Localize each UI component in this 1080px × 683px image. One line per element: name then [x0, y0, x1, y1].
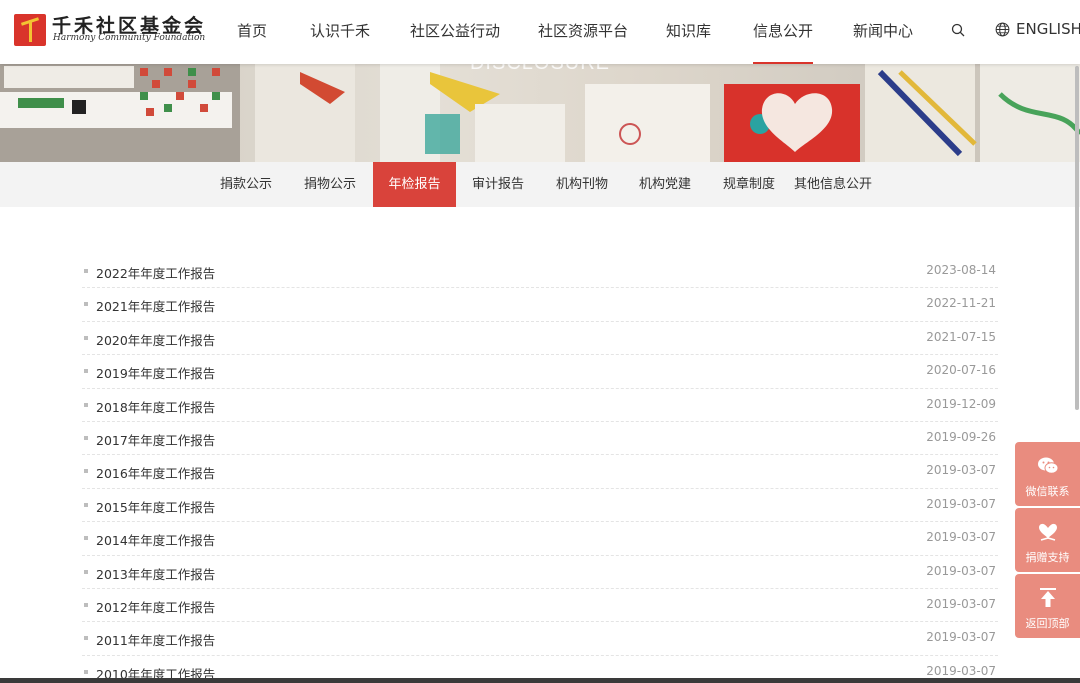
- report-row[interactable]: 2020年年度工作报告 2021-07-15: [82, 322, 998, 356]
- report-date: 2019-03-07: [926, 530, 996, 545]
- tab-regulations[interactable]: 规章制度: [716, 162, 782, 207]
- report-title[interactable]: 2011年年度工作报告: [96, 630, 215, 649]
- report-title[interactable]: 2012年年度工作报告: [96, 597, 215, 616]
- wechat-icon: [1038, 457, 1059, 474]
- report-row[interactable]: 2018年年度工作报告 2019-12-09: [82, 389, 998, 422]
- wechat-contact-button[interactable]: 微信联系: [1015, 442, 1080, 506]
- globe-icon: [995, 22, 1010, 37]
- tab-annual-inspection[interactable]: 年检报告: [373, 162, 456, 207]
- report-date: 2019-12-09: [926, 396, 996, 411]
- report-date: 2019-03-07: [926, 563, 996, 578]
- report-row[interactable]: 2011年年度工作报告 2019-03-07: [82, 622, 998, 656]
- tab-other-disclosure[interactable]: 其他信息公开: [791, 162, 875, 207]
- report-title[interactable]: 2013年年度工作报告: [96, 564, 215, 583]
- report-row[interactable]: 2012年年度工作报告 2019-03-07: [82, 589, 998, 623]
- report-title[interactable]: 2017年年度工作报告: [96, 430, 215, 449]
- nav-knowledge-base[interactable]: 知识库: [666, 20, 711, 64]
- tab-audit-report[interactable]: 审计报告: [465, 162, 531, 207]
- back-to-top-button[interactable]: 返回顶部: [1015, 574, 1080, 638]
- report-row[interactable]: 2017年年度工作报告 2019-09-26: [82, 422, 998, 456]
- page-banner: DISCLOSURE: [0, 64, 1080, 162]
- bullet-icon: [84, 636, 88, 641]
- tab-donation-publicity[interactable]: 捐款公示: [213, 162, 279, 207]
- bullet-icon: [84, 302, 88, 307]
- nav-about[interactable]: 认识千禾: [310, 20, 370, 64]
- report-row[interactable]: 2013年年度工作报告 2019-03-07: [82, 556, 998, 589]
- bullet-icon: [84, 569, 88, 574]
- sub-nav-tabs: 捐款公示 捐物公示 年检报告 审计报告 机构刊物 机构党建 规章制度 其他信息公…: [0, 162, 1080, 207]
- report-row[interactable]: 2015年年度工作报告 2019-03-07: [82, 489, 998, 523]
- search-icon[interactable]: [951, 23, 965, 37]
- nav-community-action[interactable]: 社区公益行动: [410, 20, 500, 64]
- heart-hands-icon: [1039, 523, 1057, 541]
- report-list: 2022年年度工作报告 2023-08-14 2021年年度工作报告 2022-11-…: [82, 255, 998, 683]
- nav-home[interactable]: 首页: [237, 20, 267, 64]
- report-date: 2019-03-07: [926, 630, 996, 645]
- banner-subtitle: DISCLOSURE: [0, 64, 1080, 75]
- report-date: 2019-03-07: [926, 496, 996, 511]
- banner-artwork: [0, 64, 1080, 162]
- report-row[interactable]: 2014年年度工作报告 2019-03-07: [82, 522, 998, 556]
- tab-publications[interactable]: 机构刊物: [549, 162, 615, 207]
- report-date: 2022-11-21: [926, 296, 996, 311]
- report-row[interactable]: 2016年年度工作报告 2019-03-07: [82, 455, 998, 489]
- report-title[interactable]: 2021年年度工作报告: [96, 296, 215, 315]
- report-date: 2019-03-07: [926, 463, 996, 478]
- nav-disclosure[interactable]: 信息公开: [753, 20, 814, 64]
- report-title[interactable]: 2014年年度工作报告: [96, 530, 215, 549]
- window-bottom-edge: [0, 678, 1080, 683]
- language-label: ENGLISH: [1016, 20, 1080, 38]
- wechat-contact-label: 微信联系: [1025, 485, 1070, 498]
- report-title[interactable]: 2016年年度工作报告: [96, 463, 215, 482]
- report-row[interactable]: 2021年年度工作报告 2022-11-21: [82, 288, 998, 322]
- donate-support-button[interactable]: 捐赠支持: [1015, 508, 1080, 572]
- report-date: 2020-07-16: [926, 363, 996, 378]
- report-date: 2019-03-07: [926, 596, 996, 611]
- report-row[interactable]: 2019年年度工作报告 2020-07-16: [82, 355, 998, 389]
- nav-news[interactable]: 新闻中心: [853, 20, 913, 64]
- report-title[interactable]: 2018年年度工作报告: [96, 397, 215, 416]
- report-row[interactable]: 2022年年度工作报告 2023-08-14: [82, 255, 998, 289]
- report-title[interactable]: 2015年年度工作报告: [96, 497, 215, 516]
- report-date: 2023-08-14: [926, 263, 996, 277]
- report-title[interactable]: 2022年年度工作报告: [96, 263, 215, 282]
- tab-goods-publicity[interactable]: 捐物公示: [297, 162, 363, 207]
- language-switch[interactable]: ENGLISH: [995, 20, 1080, 38]
- bullet-icon: [84, 602, 88, 607]
- bullet-icon: [84, 402, 88, 407]
- bullet-icon: [84, 536, 88, 541]
- report-date: 2021-07-15: [926, 329, 996, 344]
- logo-mark-icon: [14, 14, 46, 46]
- bullet-icon: [84, 669, 88, 674]
- bullet-icon: [84, 369, 88, 374]
- back-to-top-label: 返回顶部: [1025, 617, 1070, 630]
- page-scrollbar[interactable]: [1075, 66, 1079, 410]
- bullet-icon: [84, 502, 88, 507]
- site-header: 千禾社区基金会 Harmony Community Foundation 首页 …: [0, 0, 1080, 64]
- donate-support-label: 捐赠支持: [1025, 551, 1070, 564]
- report-title[interactable]: 2019年年度工作报告: [96, 363, 215, 382]
- report-title[interactable]: 2020年年度工作报告: [96, 330, 215, 349]
- site-logo[interactable]: 千禾社区基金会 Harmony Community Foundation: [14, 13, 219, 47]
- bullet-icon: [84, 435, 88, 440]
- bullet-icon: [84, 335, 88, 340]
- bullet-icon: [84, 469, 88, 474]
- report-date: 2019-09-26: [926, 429, 996, 444]
- back-to-top-icon: [1040, 588, 1056, 607]
- nav-resource-platform[interactable]: 社区资源平台: [538, 20, 628, 64]
- tab-party-building[interactable]: 机构党建: [632, 162, 698, 207]
- logo-en-text: Harmony Community Foundation: [53, 33, 206, 43]
- report-date: 2019-03-07: [926, 663, 996, 678]
- bullet-icon: [84, 269, 88, 273]
